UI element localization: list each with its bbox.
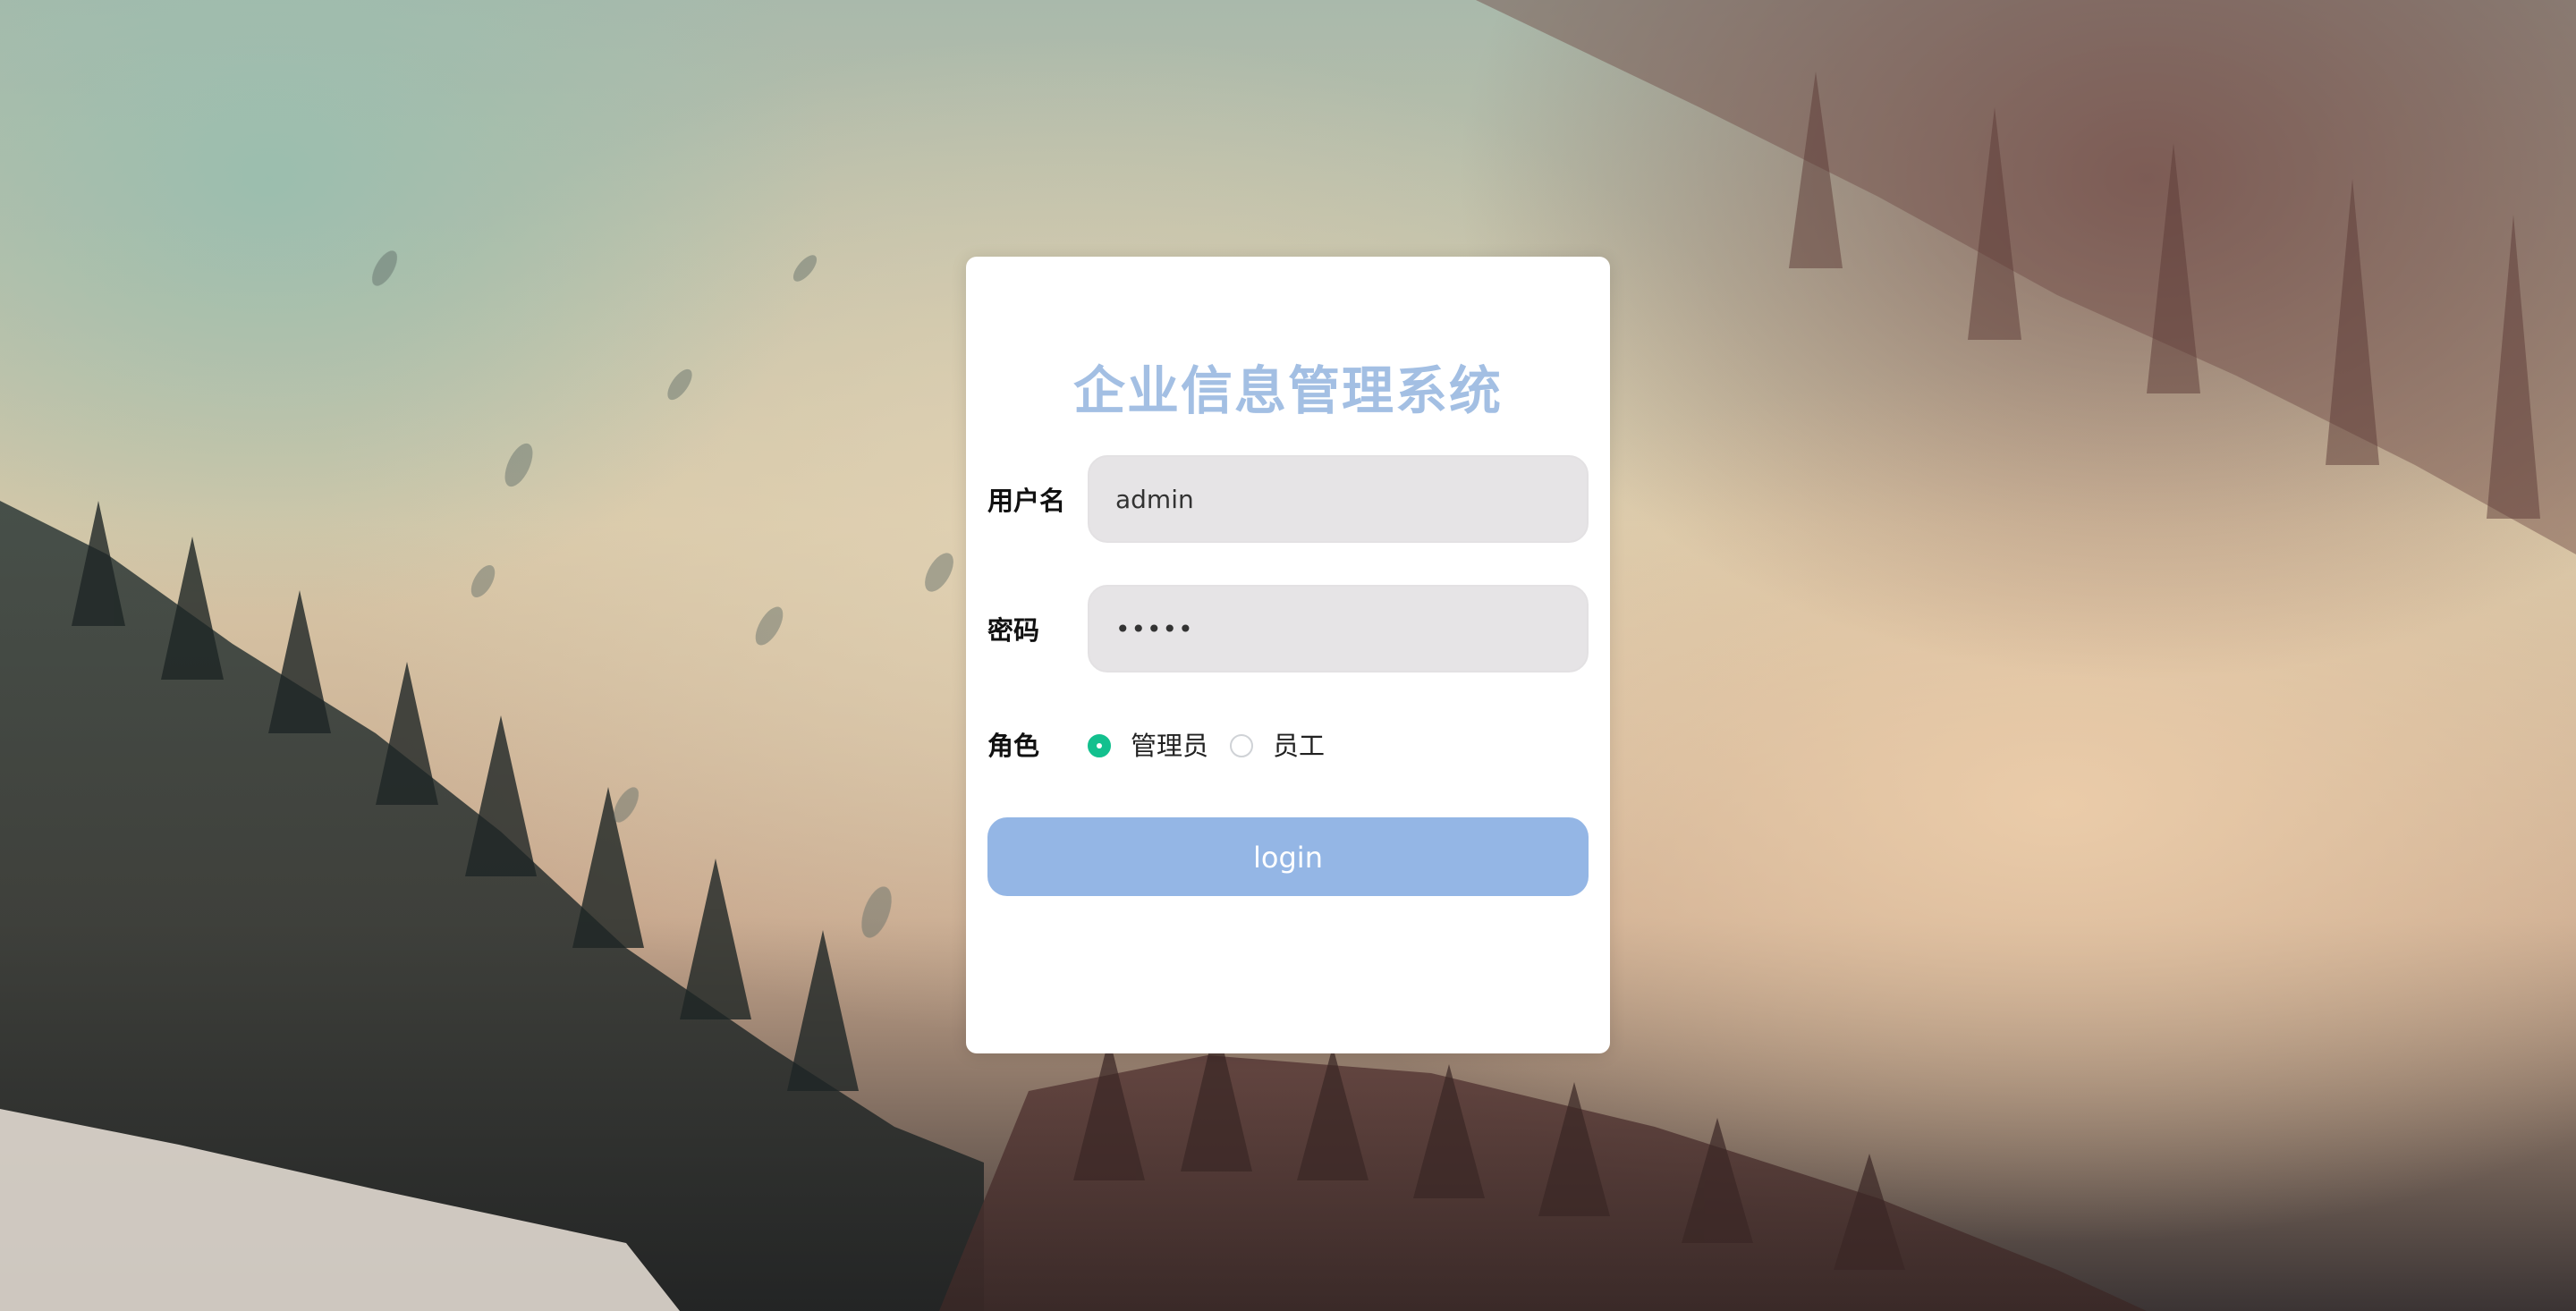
radio-checked-icon[interactable] [1088, 734, 1111, 757]
role-option-employee[interactable]: 员工 [1230, 728, 1325, 764]
username-field[interactable] [1088, 455, 1589, 543]
login-button[interactable]: login [987, 817, 1589, 896]
username-label: 用户名 [987, 486, 1066, 516]
radio-unchecked-icon[interactable] [1230, 734, 1254, 757]
login-card: 企业信息管理系统 用户名 密码 ••••• 角色 管理员 员工 login [966, 257, 1610, 1053]
password-field[interactable]: ••••• [1088, 585, 1589, 672]
role-option-admin[interactable]: 管理员 [1088, 728, 1208, 764]
page-title: 企业信息管理系统 [1072, 360, 1503, 421]
role-label: 角色 [987, 731, 1040, 761]
role-option-label: 管理员 [1131, 731, 1209, 761]
role-option-label: 员工 [1273, 731, 1326, 761]
password-label: 密码 [987, 615, 1040, 646]
username-input[interactable] [1115, 484, 1587, 514]
role-radio-group: 管理员 员工 [1088, 728, 1346, 764]
password-input[interactable]: ••••• [1115, 614, 1194, 644]
